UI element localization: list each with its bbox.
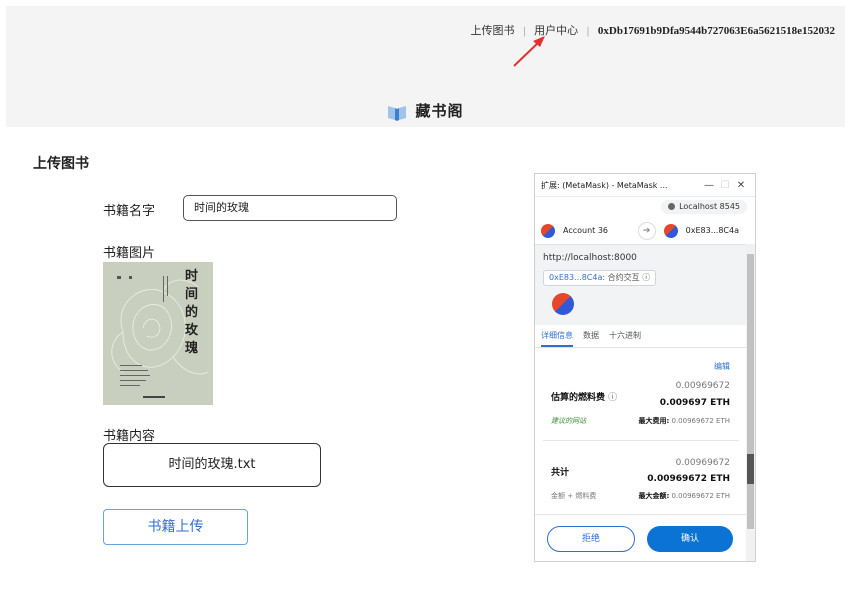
from-account-avatar [541, 223, 555, 238]
tab-details[interactable]: 详细信息 [541, 325, 573, 347]
transaction-origin-panel: http://localhost:8000 0xE83...8C4a: 合约交互… [535, 245, 755, 325]
contract-address: 0xE83...8C4a [549, 273, 603, 282]
minimize-icon[interactable]: — [701, 180, 717, 191]
edit-gas-link[interactable]: 编辑 [714, 361, 730, 372]
book-content-label: 书籍内容 [103, 429, 156, 444]
contract-interaction-badge[interactable]: 0xE83...8C4a: 合约交互 ⓘ [543, 270, 657, 286]
scrollbar-track-fill [747, 254, 754, 529]
max-fee: 最大费用: 0.00969672 ETH [638, 416, 730, 426]
amount-plus-fee-text: 金额 + 燃料费 [551, 492, 597, 500]
wallet-address: 0xDb17691b9Dfa9544b727063E6a5621518e1520… [597, 25, 835, 37]
gas-fee-fiat: 0.00969672 [675, 381, 730, 391]
max-amount-label: 最大金额: [638, 492, 670, 500]
details-tabs: 详细信息 数据 十六进制 [535, 325, 755, 348]
account-row: Account 36 ➔ 0xE83...8C4a [535, 217, 755, 245]
footer-divider [535, 514, 746, 515]
reject-button[interactable]: 拒绝 [547, 526, 635, 552]
annotation-arrow-icon [513, 36, 545, 67]
max-fee-value: 0.00969672 ETH [671, 417, 731, 425]
gas-info-icon[interactable]: ⓘ [608, 393, 617, 403]
cover-title: 时间的玫瑰 [185, 269, 199, 356]
book-content-file[interactable]: 时间的玫瑰.txt [103, 443, 321, 487]
brand-name: 藏书阁 [415, 102, 464, 120]
tab-data[interactable]: 数据 [583, 325, 599, 347]
max-amount-value: 0.00969672 ETH [671, 492, 731, 500]
gas-fee-label-text: 估算的燃料费 [551, 393, 606, 403]
maximize-icon: ☐ [720, 179, 730, 191]
metamask-popup: 扩展: (MetaMask) - MetaMask ... — ☐ ✕ Loca… [534, 173, 756, 562]
max-fee-label: 最大费用: [638, 417, 670, 425]
network-row: Localhost 8545 [535, 197, 755, 217]
contract-avatar [552, 293, 574, 315]
popup-scrollbar[interactable] [746, 244, 755, 561]
arrow-right-icon: ➔ [637, 221, 656, 240]
book-name-label: 书籍名字 [103, 204, 156, 219]
gas-fee-label: 估算的燃料费 ⓘ [551, 390, 617, 403]
top-header: 上传图书 | 用户中心 | 0xDb17691b9Dfa9544b727063E… [6, 6, 845, 127]
suggested-site-text: 建议的网站 [551, 417, 586, 425]
info-icon: ⓘ [642, 273, 651, 282]
max-amount: 最大金额: 0.00969672 ETH [638, 491, 730, 501]
upload-book-button[interactable]: 书籍上传 [103, 509, 248, 545]
gas-fee-eth: 0.009697 ETH [659, 398, 730, 408]
section-divider [543, 440, 739, 441]
book-image-label: 书籍图片 [103, 246, 156, 261]
network-badge[interactable]: Localhost 8545 [661, 200, 747, 214]
total-label: 共计 [551, 468, 570, 478]
nav-separator: | [586, 25, 590, 37]
page-title: 上传图书 [33, 156, 89, 172]
network-name: Localhost 8545 [679, 202, 740, 211]
close-icon[interactable]: ✕ [733, 180, 749, 191]
to-account-address[interactable]: 0xE83...8C4a [686, 226, 739, 235]
metamask-titlebar: 扩展: (MetaMask) - MetaMask ... — ☐ ✕ [535, 174, 755, 197]
tab-hex[interactable]: 十六进制 [609, 325, 641, 347]
site-brand[interactable]: 藏书阁 [6, 100, 845, 121]
confirm-button[interactable]: 确认 [647, 526, 733, 552]
from-account-name[interactable]: Account 36 [563, 226, 630, 235]
metamask-window-title: 扩展: (MetaMask) - MetaMask ... [541, 180, 668, 190]
nav-upload-link[interactable]: 上传图书 [470, 25, 514, 37]
book-name-input[interactable]: 时间的玫瑰 [183, 195, 397, 221]
to-account-avatar [663, 223, 678, 238]
contract-interaction-text: : 合约交互 [602, 273, 640, 282]
book-logo-icon [388, 105, 407, 121]
origin-url: http://localhost:8000 [543, 253, 637, 263]
book-cover-image[interactable]: 时间的玫瑰 [103, 262, 213, 405]
network-dot-icon [668, 203, 676, 210]
total-fiat: 0.00969672 [675, 458, 730, 468]
total-eth: 0.00969672 ETH [647, 474, 730, 484]
scrollbar-thumb[interactable] [747, 454, 754, 484]
